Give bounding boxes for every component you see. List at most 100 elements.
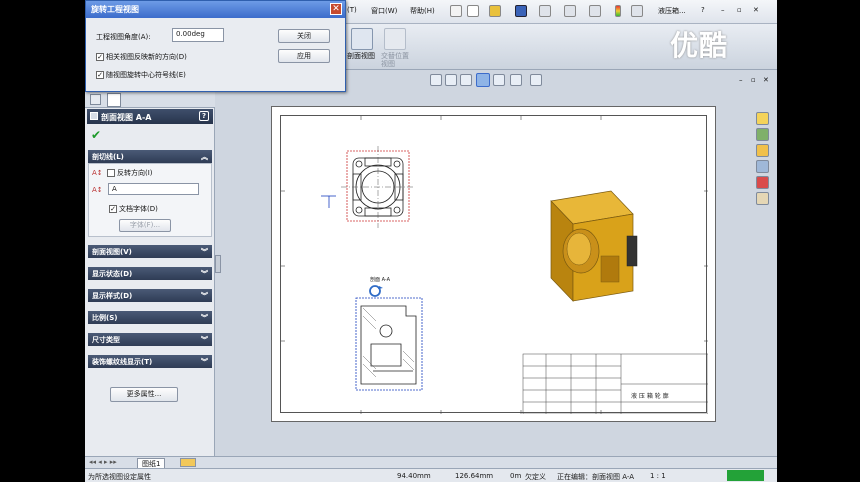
related-views-checkbox[interactable]: ✓: [96, 53, 104, 61]
status-x: 94.40mm: [397, 472, 431, 480]
section-view-icon[interactable]: [351, 28, 373, 50]
expand-chevron-icon[interactable]: ︾: [201, 335, 208, 345]
sheet-border: 剖面 A-A 液 压 箱 轮 廓: [280, 115, 709, 415]
flip-direction-checkbox[interactable]: [107, 169, 115, 177]
section-rotate-handle[interactable]: [369, 285, 383, 297]
apply-button[interactable]: 应用: [278, 49, 330, 63]
view-restore-icon[interactable]: ▫: [751, 76, 756, 84]
center-marks-checkbox[interactable]: ✓: [96, 71, 104, 79]
status-hint: 为所选视图设定属性: [88, 473, 151, 481]
display-style-group[interactable]: 显示样式(D) ︾: [88, 289, 212, 302]
menu-item-window[interactable]: 窗口(W): [371, 6, 397, 16]
appearance-icon[interactable]: [530, 74, 542, 86]
traffic-light-icon[interactable]: [615, 5, 621, 17]
resources-icon[interactable]: [756, 112, 769, 125]
dialog-close-icon[interactable]: ✕: [330, 3, 342, 15]
expand-chevron-icon[interactable]: ︾: [201, 247, 208, 257]
design-library-icon[interactable]: [756, 128, 769, 141]
related-views-option[interactable]: ✓ 相关视图反映新的方向(D): [96, 52, 187, 62]
ok-check-icon[interactable]: ✔: [91, 128, 101, 142]
options-icon[interactable]: [631, 5, 643, 17]
print-icon[interactable]: [539, 5, 551, 17]
expand-chevron-icon[interactable]: ︾: [201, 269, 208, 279]
cutting-line-marker: [321, 195, 336, 208]
save-icon[interactable]: [515, 5, 527, 17]
section-label-input[interactable]: A: [108, 183, 199, 195]
brand-watermark: 优酷: [670, 29, 729, 62]
left-black-border: [0, 0, 85, 482]
document-font-option[interactable]: ✓ 文档字体(D): [109, 204, 158, 214]
display-state-group[interactable]: 显示状态(D) ︾: [88, 267, 212, 280]
flip-direction-option[interactable]: 反转方向(I): [107, 168, 153, 178]
drawing-graphics: 剖面 A-A 液 压 箱 轮 廓: [281, 116, 709, 415]
add-sheet-icon[interactable]: [180, 458, 196, 467]
status-scale: 1 : 1: [650, 472, 666, 480]
font-button[interactable]: 字体(F)...: [119, 219, 171, 232]
file-explorer-icon[interactable]: [756, 144, 769, 157]
cosmetic-thread-group[interactable]: 装饰螺纹线显示(T) ︾: [88, 355, 212, 368]
alternate-position-command[interactable]: 交替位置视图: [381, 52, 411, 68]
property-manager-title-text: 剖面视图 A-A: [101, 113, 152, 122]
right-black-border: [777, 0, 860, 482]
dialog-title: 旋转工程视图 ✕: [86, 1, 345, 18]
document-name: 液压箱...: [658, 7, 686, 15]
document-font-checkbox[interactable]: ✓: [109, 205, 117, 213]
section-view-command[interactable]: 剖面视图: [347, 52, 377, 60]
menu-item-tools[interactable]: (T): [347, 6, 357, 14]
undo-icon[interactable]: [564, 5, 576, 17]
custom-properties-icon[interactable]: [756, 192, 769, 205]
section-view-group[interactable]: 剖面视图(V) ︾: [88, 245, 212, 258]
select-arrow-icon[interactable]: [589, 5, 601, 17]
section-display-icon[interactable]: [493, 74, 505, 86]
zoom-fit-icon[interactable]: [430, 74, 442, 86]
collapse-chevron-icon[interactable]: ︽: [201, 152, 208, 162]
angle-input[interactable]: 0.00deg: [172, 28, 224, 42]
new-document-icon[interactable]: [467, 5, 479, 17]
feature-tree-tab-icon[interactable]: [90, 94, 101, 105]
document-font-label: 文档字体(D): [119, 205, 158, 213]
panel-splitter-handle[interactable]: [215, 255, 221, 273]
group-label: 显示状态(D): [92, 270, 133, 278]
sheet-nav-arrows[interactable]: ◂◂ ◂ ▸ ▸▸: [89, 458, 117, 466]
restore-icon[interactable]: ▫: [737, 6, 742, 14]
open-folder-icon[interactable]: [489, 5, 501, 17]
view-close-icon[interactable]: ✕: [763, 76, 769, 84]
cut-line-group-header[interactable]: 剖切线(L) ︽: [88, 150, 212, 163]
rotate-view-icon[interactable]: [476, 73, 490, 87]
menu-item-help[interactable]: 帮助(H): [410, 6, 435, 16]
watermark-badge: [727, 470, 764, 481]
minimize-icon[interactable]: –: [721, 6, 725, 14]
view-palette-icon[interactable]: [756, 160, 769, 173]
angle-label: 工程视图角度(A):: [96, 33, 151, 41]
dimension-type-group[interactable]: 尺寸类型 ︾: [88, 333, 212, 346]
label-icon: A↕: [92, 186, 103, 194]
help-question-icon[interactable]: ?: [701, 6, 705, 14]
status-bar: 为所选视图设定属性 94.40mm 126.64mm 0m 欠定义 正在编辑：剖…: [85, 468, 777, 482]
group-label: 显示样式(D): [92, 292, 133, 300]
group-label: 装饰螺纹线显示(T): [92, 358, 153, 366]
expand-chevron-icon[interactable]: ︾: [201, 291, 208, 301]
appearances-icon[interactable]: [756, 176, 769, 189]
cut-line-group-body: A↕ 反转方向(I) A↕ A ✓ 文档字体(D) 字体(F)...: [88, 163, 212, 237]
group-label: 剖面视图(V): [92, 248, 132, 256]
pin-icon[interactable]: [450, 5, 462, 17]
sheet-tab-bar: ◂◂ ◂ ▸ ▸▸ 图纸1: [85, 456, 777, 470]
more-properties-button[interactable]: 更多属性...: [110, 387, 178, 402]
drawing-sheet[interactable]: 剖面 A-A 液 压 箱 轮 廓: [271, 106, 716, 422]
property-tab-icon[interactable]: [107, 93, 121, 107]
center-marks-option[interactable]: ✓ 随视图旋转中心符号线(E): [96, 70, 186, 80]
status-editing: 正在编辑：剖面视图 A-A: [557, 473, 635, 481]
title-block-name: 液 压 箱 轮 廓: [631, 392, 669, 400]
view-minimize-icon[interactable]: –: [739, 76, 743, 84]
scale-group[interactable]: 比例(S) ︾: [88, 311, 212, 324]
close-window-icon[interactable]: ✕: [753, 6, 759, 14]
section-view-label: 剖面 A-A: [370, 276, 391, 283]
expand-chevron-icon[interactable]: ︾: [201, 357, 208, 367]
help-button[interactable]: ?: [199, 111, 209, 121]
alternate-position-icon[interactable]: [384, 28, 406, 50]
previous-view-icon[interactable]: [460, 74, 472, 86]
zoom-area-icon[interactable]: [445, 74, 457, 86]
dialog-close-button[interactable]: 关闭: [278, 29, 330, 43]
display-style-icon[interactable]: [510, 74, 522, 86]
expand-chevron-icon[interactable]: ︾: [201, 313, 208, 323]
